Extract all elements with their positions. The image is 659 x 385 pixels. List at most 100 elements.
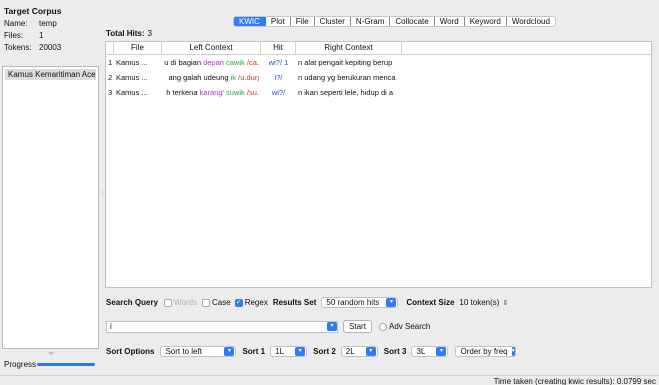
sort-mode-value: Sort to left bbox=[165, 347, 202, 356]
tab-keyword[interactable]: Keyword bbox=[465, 17, 507, 26]
results-set-value: 50 random hits bbox=[326, 298, 380, 307]
regex-label: Regex bbox=[244, 298, 268, 307]
corpus-tokens-value: 20003 bbox=[39, 43, 62, 52]
context-size-label: Context Size bbox=[406, 298, 455, 307]
words-option[interactable]: Words bbox=[164, 298, 197, 307]
kwic-table-body: 1 Kamus ... u di bagian depan cawik /ca. wi… bbox=[106, 55, 651, 100]
chevron-down-icon: ▾ bbox=[511, 347, 515, 356]
order-select[interactable]: Order by freq ▾ bbox=[455, 346, 517, 357]
tab-collocate[interactable]: Collocate bbox=[390, 17, 435, 26]
row-hit: wi?/ 1 bbox=[268, 58, 289, 67]
context-size-value: 10 token(s) bbox=[459, 298, 500, 307]
order-value: Order by freq bbox=[460, 347, 508, 356]
progress-label: Progress bbox=[4, 360, 37, 369]
sort3-select[interactable]: 3L ▾ bbox=[411, 346, 449, 357]
row-hit: wi?/ bbox=[271, 88, 286, 97]
col-header-right-context[interactable]: Right Context bbox=[296, 42, 402, 54]
corpus-name-label: Name: bbox=[4, 19, 28, 28]
row-index: 2 bbox=[108, 73, 113, 82]
row-hit: i?/ bbox=[274, 73, 283, 82]
adv-search-option[interactable]: Adv Search bbox=[379, 322, 430, 331]
row-right-context: n ikan seperti lele, hidup di a bbox=[298, 88, 394, 97]
chevron-down-icon: ▾ bbox=[295, 347, 306, 356]
corpus-tokens-label: Tokens: bbox=[4, 43, 32, 52]
sort-mode-select[interactable]: Sort to left ▾ bbox=[160, 346, 237, 357]
adv-search-checkbox[interactable] bbox=[379, 322, 387, 331]
corpus-file-item[interactable]: Kamus Kemaritiman Aceh bbox=[5, 69, 96, 80]
sort-options-label: Sort Options bbox=[106, 347, 155, 356]
row-right-context: n udang yg berukuran menca bbox=[298, 73, 396, 82]
row-index: 3 bbox=[108, 88, 113, 97]
adv-search-label: Adv Search bbox=[389, 322, 431, 331]
left-context-segment: u di bagian bbox=[164, 58, 204, 67]
tab-cluster[interactable]: Cluster bbox=[315, 17, 351, 26]
left-context-segment: cawik bbox=[226, 58, 245, 67]
row-file: Kamus ... bbox=[116, 88, 148, 97]
resize-handle-icon[interactable] bbox=[48, 352, 54, 355]
tab-ngram[interactable]: N-Gram bbox=[351, 17, 391, 26]
status-text: Time taken (creating kwic results): 0.07… bbox=[493, 377, 656, 385]
left-context-segment: ang galah udeung bbox=[168, 73, 231, 82]
row-left-context: ang galah udeung ik /u.duŋ bbox=[162, 70, 261, 85]
left-context-segment: depan bbox=[203, 58, 224, 67]
sort1-select[interactable]: 1L ▾ bbox=[270, 346, 308, 357]
corpus-tokens-row: Tokens: 20003 bbox=[4, 43, 61, 52]
col-header-hit[interactable]: Hit bbox=[261, 42, 296, 54]
row-left-context: u di bagian depan cawik /ca. bbox=[162, 55, 261, 70]
sort1-label: Sort 1 bbox=[242, 347, 266, 356]
case-checkbox[interactable] bbox=[202, 298, 210, 307]
tab-word[interactable]: Word bbox=[435, 17, 465, 26]
table-row[interactable]: 3 Kamus ... h terkena karang' suwik /su. wi… bbox=[106, 85, 651, 100]
chevron-down-icon: ▾ bbox=[436, 347, 447, 356]
regex-option[interactable]: ✓ Regex bbox=[234, 298, 268, 307]
progress-fill bbox=[37, 363, 95, 366]
kwic-table[interactable]: File Left Context Hit Right Context 1 Kam… bbox=[105, 41, 652, 288]
left-context-segment: suwik bbox=[226, 88, 245, 97]
case-label: Case bbox=[212, 298, 231, 307]
tab-plot[interactable]: Plot bbox=[266, 17, 291, 26]
words-checkbox[interactable] bbox=[164, 298, 173, 307]
left-context-segment: /ca. bbox=[244, 58, 259, 67]
start-button[interactable]: Start bbox=[343, 320, 372, 333]
total-hits: Total Hits: 3 bbox=[106, 29, 152, 38]
corpus-file-list[interactable]: Kamus Kemaritiman Aceh bbox=[2, 66, 99, 349]
tab-wordcloud[interactable]: Wordcloud bbox=[507, 17, 555, 26]
row-file: Kamus ... bbox=[116, 58, 148, 67]
row-right-context: n alat pengait kepiting berup bbox=[298, 58, 393, 67]
tab-kwic[interactable]: KWIC bbox=[234, 17, 266, 26]
sort3-value: 3L bbox=[416, 347, 426, 356]
corpus-panel: Target Corpus Name: temp Files: 1 Tokens… bbox=[0, 0, 103, 385]
results-set-label: Results Set bbox=[272, 298, 317, 307]
corpus-name-value: temp bbox=[39, 19, 57, 28]
tab-file[interactable]: File bbox=[291, 17, 315, 26]
corpus-title: Target Corpus bbox=[4, 6, 62, 16]
table-row[interactable]: 1 Kamus ... u di bagian depan cawik /ca. wi… bbox=[106, 55, 651, 70]
status-bar: Time taken (creating kwic results): 0.07… bbox=[0, 375, 659, 385]
row-left-context: h terkena karang' suwik /su. bbox=[162, 85, 261, 100]
sort3-label: Sort 3 bbox=[383, 347, 407, 356]
regex-checkbox[interactable]: ✓ bbox=[234, 298, 243, 307]
col-header-file[interactable]: File bbox=[114, 42, 162, 54]
sort2-select[interactable]: 2L ▾ bbox=[340, 346, 378, 357]
search-query-input[interactable]: i bbox=[106, 321, 338, 333]
kwic-table-header: File Left Context Hit Right Context bbox=[106, 42, 651, 55]
chevron-down-icon: ▾ bbox=[365, 347, 376, 356]
left-context-segment: h terkena bbox=[166, 88, 200, 97]
case-option[interactable]: Case bbox=[202, 298, 231, 307]
corpus-name-row: Name: temp bbox=[4, 19, 57, 28]
chevron-down-icon: ▾ bbox=[224, 347, 235, 356]
sort-options-row: Sort Options Sort to left ▾ Sort 1 1L ▾ … bbox=[106, 346, 517, 357]
stepper-icon[interactable]: ⇕ bbox=[502, 299, 508, 307]
col-header-left-context[interactable]: Left Context bbox=[162, 42, 261, 54]
total-hits-label: Total Hits: bbox=[106, 29, 145, 38]
sort1-value: 1L bbox=[275, 347, 285, 356]
col-header-index bbox=[106, 42, 114, 54]
tool-tabbar: KWIC Plot File Cluster N-Gram Collocate … bbox=[233, 16, 556, 27]
row-index: 1 bbox=[108, 58, 113, 67]
corpus-files-value: 1 bbox=[39, 31, 44, 40]
corpus-files-label: Files: bbox=[4, 31, 24, 40]
query-history-chevron-icon[interactable]: ▾ bbox=[327, 322, 337, 331]
results-set-select[interactable]: 50 random hits ▾ bbox=[321, 297, 399, 308]
table-row[interactable]: 2 Kamus ... ang galah udeung ik /u.duŋ i?/ n… bbox=[106, 70, 651, 85]
progress-bar bbox=[37, 363, 95, 366]
